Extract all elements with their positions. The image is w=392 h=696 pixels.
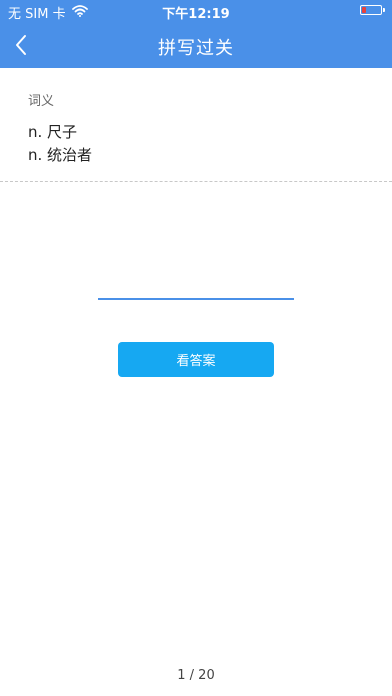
- battery-level: [362, 7, 366, 13]
- spelling-screen: 无 SIM 卡 下午12:19 拼写过关 词义 n. 尺子 n. 统治者 看答案…: [0, 0, 392, 696]
- meaning-label: 词义: [28, 94, 55, 109]
- page-indicator: 1 / 20: [177, 668, 215, 683]
- status-time: 下午12:19: [162, 7, 230, 22]
- answer-input[interactable]: [98, 266, 294, 300]
- meaning-line: n. 统治者: [28, 146, 93, 164]
- page-title: 拼写过关: [158, 38, 234, 59]
- show-answer-button[interactable]: 看答案: [118, 342, 274, 377]
- meaning-line: n. 尺子: [28, 123, 78, 141]
- status-bar: 无 SIM 卡 下午12:19: [0, 0, 392, 22]
- dashed-divider: [0, 181, 392, 182]
- nav-bar: 拼写过关: [0, 22, 392, 68]
- battery-icon: [360, 5, 385, 15]
